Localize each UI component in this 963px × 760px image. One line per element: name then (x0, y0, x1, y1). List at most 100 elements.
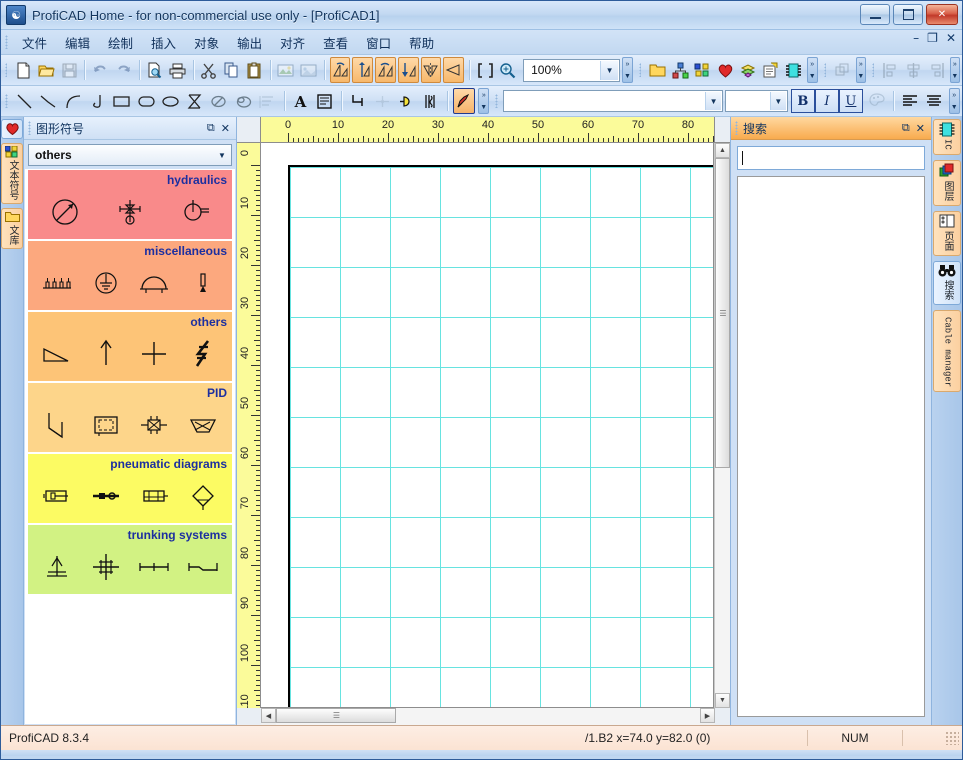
print-preview-icon[interactable] (144, 57, 165, 83)
layers-icon[interactable] (738, 57, 759, 83)
library-tab[interactable]: 文库 (1, 208, 23, 249)
trunking-run-icon[interactable] (134, 546, 174, 588)
drawing-canvas[interactable] (261, 143, 714, 708)
zoom-in-icon[interactable] (497, 57, 518, 83)
rotate-right-icon[interactable] (375, 57, 396, 83)
close-icon[interactable]: ✕ (221, 122, 230, 135)
list-icon[interactable] (256, 88, 278, 114)
search-results-list[interactable] (737, 176, 925, 717)
align-right-icon[interactable] (926, 57, 947, 83)
canvas-horizontal-scrollbar[interactable]: ◀ ☰ ▶ (237, 708, 730, 725)
menu-grip-handle[interactable] (5, 35, 8, 49)
text-icon[interactable]: A (289, 88, 311, 114)
rounded-rect-icon[interactable] (135, 88, 157, 114)
menu-output[interactable]: 输出 (228, 30, 271, 55)
scroll-up-button[interactable]: ▲ (715, 143, 730, 158)
pneumatic-rod-icon[interactable] (86, 475, 126, 517)
resize-grip[interactable] (945, 731, 959, 745)
hydraulic-cylinder-icon[interactable] (175, 191, 215, 233)
minimize-button[interactable] (860, 4, 890, 25)
ic-chip-icon[interactable] (783, 57, 804, 83)
pid-gate-icon[interactable] (134, 404, 174, 446)
close-icon[interactable]: ✕ (916, 122, 925, 135)
chevron-down-icon[interactable]: ▼ (600, 60, 619, 80)
drawing-sheet[interactable] (288, 165, 713, 707)
toolbar-grip-handle[interactable] (5, 63, 8, 77)
vertical-ruler[interactable]: 0 10 20 30 40 50 60 70 80 90 100 110 (237, 143, 261, 708)
menu-object[interactable]: 对象 (185, 30, 228, 55)
toolbar-grip-handle-3[interactable] (823, 63, 826, 77)
chevron-down-icon[interactable]: ▼ (705, 92, 722, 110)
junction-icon[interactable] (371, 88, 393, 114)
rectangle-icon[interactable] (111, 88, 133, 114)
mdi-minimize-button[interactable]: – (913, 32, 919, 44)
angle-icon[interactable] (37, 333, 77, 375)
dome-icon[interactable] (134, 262, 174, 304)
toolbar-grip-handle-4[interactable] (872, 63, 875, 77)
probe-icon[interactable] (183, 262, 223, 304)
arrow-up-icon[interactable] (86, 333, 126, 375)
chevron-down-icon[interactable]: ▼ (214, 146, 230, 164)
align-left-icon[interactable] (880, 57, 901, 83)
menu-insert[interactable]: 插入 (142, 30, 185, 55)
folder-icon[interactable] (647, 57, 668, 83)
draw-toolbar-overflow-button[interactable]: » ▼ (478, 88, 490, 114)
layers-tab[interactable]: 图层 (933, 159, 961, 206)
favourites-tab[interactable] (1, 119, 23, 139)
zoom-level-combo[interactable]: 100% ▼ (523, 58, 621, 82)
vertical-scroll-track[interactable]: ☰ (715, 158, 730, 693)
netlist-icon[interactable] (761, 57, 782, 83)
symbol-list[interactable]: hydraulics miscellaneous others PID pneu… (25, 169, 235, 724)
bold-button[interactable]: B (790, 89, 815, 113)
paste-icon[interactable] (244, 57, 265, 83)
rotate-up-icon[interactable] (352, 57, 374, 83)
menu-view[interactable]: 查看 (314, 30, 357, 55)
horizontal-ruler[interactable]: 0 10 20 30 40 50 60 70 80 (261, 117, 715, 143)
favourites-heart-icon[interactable] (715, 57, 736, 83)
copy-icon[interactable] (221, 57, 242, 83)
horizontal-scroll-thumb[interactable]: ☰ (276, 708, 396, 723)
font-size-combo[interactable]: ▼ (725, 90, 788, 112)
trunking-cross-icon[interactable] (86, 546, 126, 588)
toolbar-grip-handle-2[interactable] (638, 63, 642, 77)
trunking-bend-icon[interactable] (183, 546, 223, 588)
redo-icon[interactable] (113, 57, 134, 83)
hydraulic-pump-icon[interactable] (45, 191, 85, 233)
menu-align[interactable]: 对齐 (271, 30, 314, 55)
hydraulic-valve-icon[interactable] (110, 191, 150, 233)
toolbar-overflow-button-3[interactable]: » ▼ (855, 57, 867, 83)
plus-cross-icon[interactable] (134, 333, 174, 375)
font-name-combo[interactable]: ▼ (502, 90, 724, 112)
vertical-scroll-thumb[interactable]: ☰ (715, 158, 730, 468)
align-center-icon[interactable] (903, 57, 924, 83)
resistor-bank-icon[interactable] (37, 262, 77, 304)
text-symbols-tab[interactable]: 文本符号 (1, 143, 23, 204)
textbox-icon[interactable] (314, 88, 336, 114)
scroll-down-button[interactable]: ▼ (715, 693, 730, 708)
terminal-icon[interactable] (395, 88, 417, 114)
search-panel-grip-handle[interactable] (735, 121, 738, 135)
transformer-icon[interactable] (420, 88, 442, 114)
underline-button[interactable]: U (838, 89, 863, 113)
library-combo[interactable]: others ▼ (28, 144, 232, 166)
text-align-left-icon[interactable] (899, 88, 921, 114)
pin-icon[interactable]: ⧉ (902, 122, 910, 135)
scroll-right-button[interactable]: ▶ (700, 708, 715, 723)
hourglass-icon[interactable] (184, 88, 206, 114)
insert-picture-icon[interactable] (276, 57, 297, 83)
rotate-down-icon[interactable] (397, 57, 419, 83)
toolbar-overflow-button[interactable]: » ▼ (622, 57, 633, 83)
mdi-close-button[interactable]: ✕ (946, 32, 956, 44)
pneumatic-diamond-icon[interactable] (183, 475, 223, 517)
mdi-restore-button[interactable]: ❐ (927, 32, 938, 44)
new-file-icon[interactable] (13, 57, 34, 83)
save-icon[interactable] (59, 57, 80, 83)
scroll-left-button[interactable]: ◀ (261, 708, 276, 723)
menu-draw[interactable]: 绘制 (99, 30, 142, 55)
pid-box-icon[interactable] (86, 404, 126, 446)
toolbar-overflow-button-2[interactable]: » ▼ (806, 57, 818, 83)
italic-button[interactable]: I (814, 89, 839, 113)
symbol-panel-grip-handle[interactable] (28, 121, 31, 135)
print-icon[interactable] (167, 57, 188, 83)
image-properties-icon[interactable] (298, 57, 319, 83)
